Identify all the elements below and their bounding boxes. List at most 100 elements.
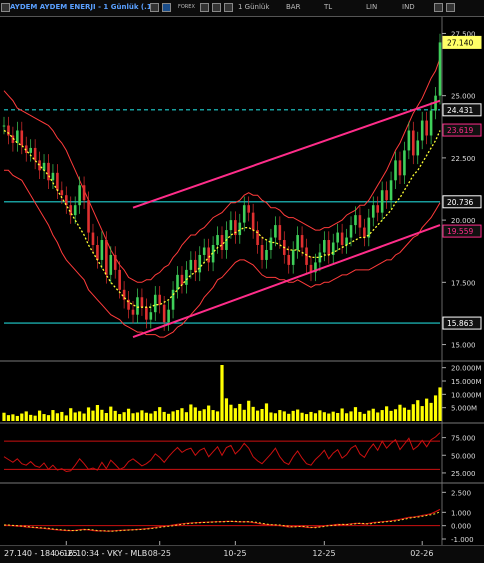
volume-bar [220,365,224,421]
price-candle [260,245,264,260]
volume-bar [313,413,318,421]
price-candle [251,212,255,231]
price-candle [140,297,144,308]
price-tag-label: 24.431 [447,106,473,115]
price-candle [358,215,362,228]
price-candle [87,200,90,233]
oscillator-2-line [3,508,441,532]
y-tick-label: 25.000 [451,470,476,478]
price-tag-label: 15.863 [447,319,473,328]
volume-bar [11,414,15,421]
volume-bar [207,405,211,421]
volume-bar [287,413,291,421]
volume-bar [309,411,313,421]
volume-bar [291,410,295,421]
price-candle [185,269,188,285]
price-candle [380,190,384,213]
window-menu-icon[interactable] [1,3,10,12]
price-candle [367,217,371,238]
window-title: AYDEM AYDEM ENERJI - 1 Günlük (.1d [10,3,157,11]
volume-bar [126,408,131,421]
volume-bar [349,411,353,421]
price-candle [176,274,179,290]
volume-bar [46,415,51,421]
volume-bar [416,400,420,421]
price-candle [158,294,162,305]
close-icon[interactable] [446,3,455,12]
volume-bar [336,413,340,421]
volume-bar [135,412,140,421]
toolbar-ind[interactable]: IND [402,2,415,12]
chart-area[interactable]: 15.00017.50020.00022.50025.00027.50027.1… [0,17,484,545]
volume-bar [385,406,389,421]
price-candle [389,180,393,201]
maximize-icon[interactable] [434,3,443,12]
price-candle [113,254,117,270]
draw-tool-icon[interactable] [200,3,209,12]
volume-bar [238,403,242,421]
price-candle [42,162,46,171]
price-candle [78,185,81,206]
layout-icon[interactable] [162,3,171,12]
volume-bar [429,402,433,421]
price-candle [145,307,148,320]
price-candle [105,240,108,275]
volume-bar [171,411,175,421]
volume-bar [331,411,335,421]
price-candle [420,120,424,141]
volume-bar [29,414,33,421]
price-candle [82,185,86,201]
price-candle [385,190,388,201]
price-candle [269,237,273,250]
chart-settings-icon[interactable] [150,3,159,12]
price-candle [238,222,242,236]
volume-bar [42,414,46,421]
price-candle [167,309,170,323]
volume-bar [51,410,55,421]
zoom-icon[interactable] [212,3,221,12]
price-candle [109,254,113,275]
toolbar-lin[interactable]: LIN [366,2,377,12]
volume-bar [149,413,153,421]
price-tag-label: 19.559 [447,227,473,236]
volume-bar [433,395,438,421]
price-candle [300,235,304,248]
y-tick-label: 15.000M [451,378,482,386]
oscillator-1-line [3,432,441,473]
volume-bar [273,413,277,421]
price-candle [376,205,380,213]
toolbar-bar[interactable]: BAR [286,2,300,12]
price-candle [198,254,202,273]
price-candle [416,140,420,156]
y-tick-label: 20.000M [451,365,482,373]
volume-bar [229,404,233,421]
volume-bar [64,415,68,421]
volume-bar [402,407,407,421]
price-candle [425,120,428,136]
period-selector[interactable]: 1 Günlük [238,2,269,12]
price-candle [96,245,99,260]
volume-bar [100,409,104,421]
toolbar-tl[interactable]: TL [324,2,332,12]
volume-bar [255,410,260,421]
volume-bar [202,409,206,421]
price-candle [56,172,59,191]
crosshair-icon[interactable] [224,3,233,12]
price-candle [265,249,268,260]
price-candle [20,130,24,146]
forex-badge[interactable]: FOREX [178,2,195,12]
price-candle [149,312,153,320]
price-candle [131,309,135,315]
price-candle [296,235,299,250]
price-candle [202,247,206,255]
volume-bar [282,411,286,421]
volume-bar [264,403,269,421]
price-candle [327,240,331,255]
channel-lower-line [132,224,441,339]
y-tick-label: 50.000 [451,452,476,460]
price-tag-label: 20.736 [447,198,473,207]
volume-bar [398,404,402,421]
volume-bar [322,412,326,421]
volume-bar [55,413,59,421]
volume-bar [158,407,162,421]
